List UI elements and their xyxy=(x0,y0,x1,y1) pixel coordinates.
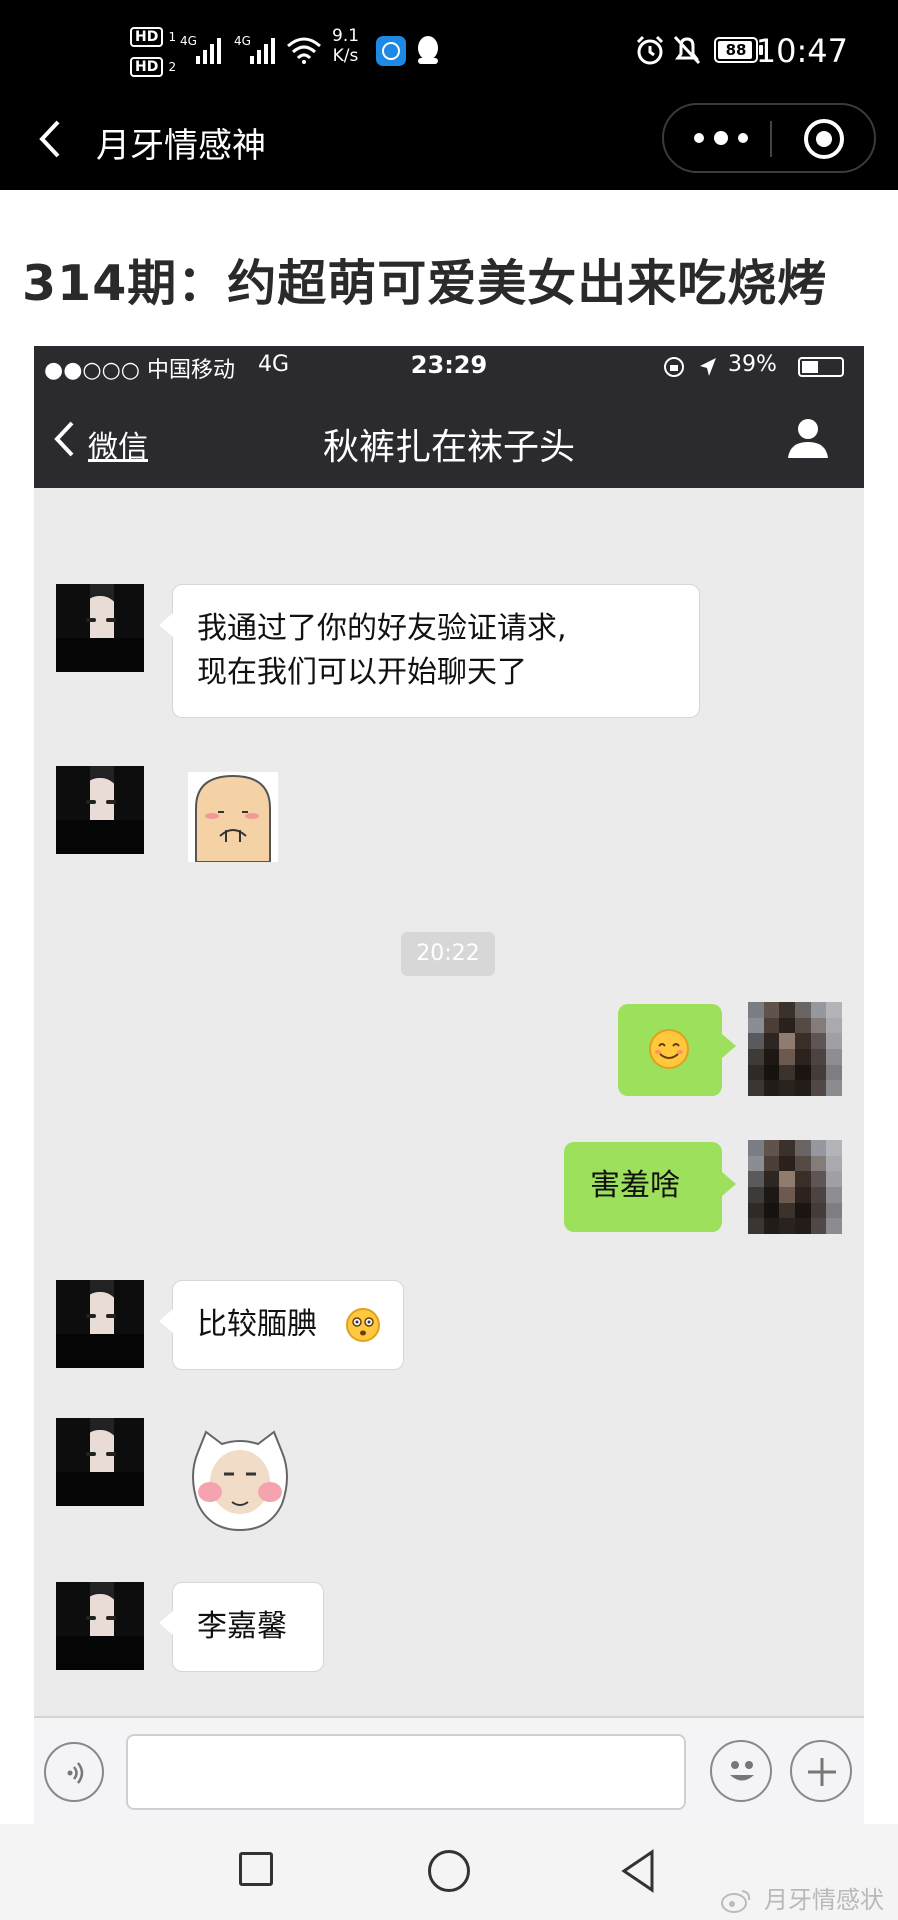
sim-1-label: 1 xyxy=(168,30,177,44)
article-title: 314期：约超萌可爱美女出来吃烧烤 xyxy=(22,255,828,312)
signal-icon-2 xyxy=(250,38,275,64)
network-type-1: 4G xyxy=(180,34,197,48)
battery-level: 88 xyxy=(725,41,747,59)
plus-icon xyxy=(808,1758,836,1786)
qq-icon xyxy=(418,36,438,64)
bald-face-sticker[interactable] xyxy=(188,772,278,862)
chat-title: 秋裤扎在袜子头 xyxy=(322,427,575,468)
back-triangle-icon[interactable] xyxy=(618,1848,658,1894)
recent-apps-icon[interactable] xyxy=(239,1852,273,1886)
message-text: 害羞啥 xyxy=(590,1168,680,1203)
contact-avatar[interactable] xyxy=(56,1582,144,1670)
contact-avatar[interactable] xyxy=(56,766,144,854)
message-bubble[interactable]: 李嘉馨 xyxy=(159,1582,324,1672)
clock: 10:47 xyxy=(755,32,848,70)
mini-program-capsule xyxy=(662,103,876,173)
capsule-divider xyxy=(770,121,772,157)
weibo-icon xyxy=(721,1890,751,1913)
screenshot-battery-icon xyxy=(798,357,844,377)
emoji-button[interactable] xyxy=(710,1740,772,1802)
contact-profile-icon[interactable] xyxy=(786,416,830,460)
more-options-icon[interactable] xyxy=(694,125,754,151)
contact-avatar[interactable] xyxy=(56,1418,144,1506)
message-bubble[interactable]: 比较腼腆 xyxy=(159,1280,404,1370)
message-bubble-outgoing[interactable] xyxy=(618,1004,736,1096)
message-bubble[interactable]: 我通过了你的好友验证请求, 现在我们可以开始聊天了 xyxy=(159,584,700,718)
smiley-icon xyxy=(730,1761,754,1781)
voice-input-button[interactable] xyxy=(44,1742,104,1802)
message-text: 我通过了你的好友验证请求, xyxy=(197,611,567,646)
hd-badge-1: HD xyxy=(130,27,164,47)
screenshot-battery-level: 39% xyxy=(728,352,777,377)
sim-2-label: 2 xyxy=(168,60,177,74)
contact-avatar[interactable] xyxy=(56,584,144,672)
app-notification-icon xyxy=(376,36,406,66)
rotation-lock-icon xyxy=(664,357,684,377)
home-icon[interactable] xyxy=(428,1850,470,1892)
signal-icon-1 xyxy=(196,38,221,64)
chat-screenshot: ●●○○○ 中国移动 4G 23:29 39% 微信 秋裤扎在袜子头 我通过了你… xyxy=(34,346,864,1824)
hd-indicator-2: HD 2 xyxy=(130,56,177,77)
alarm-icon xyxy=(636,35,664,65)
contact-avatar[interactable] xyxy=(56,1280,144,1368)
network-speed: 9.1 K/s xyxy=(332,26,359,66)
system-status-bar: HD 1 HD 2 4G 4G 9.1 K/s 88 10:47 月牙情感神 xyxy=(0,0,898,190)
speed-value: 9.1 xyxy=(332,26,360,46)
message-text: 现在我们可以开始聊天了 xyxy=(197,655,527,690)
timestamp-pill: 20:22 xyxy=(401,932,495,976)
battery-icon: 88 xyxy=(714,37,763,63)
network-type-2: 4G xyxy=(234,34,251,48)
chat-nav-bar: 微信 秋裤扎在袜子头 xyxy=(34,388,864,488)
speed-unit: K/s xyxy=(332,46,359,66)
message-bubble-outgoing[interactable]: 害羞啥 xyxy=(564,1142,736,1232)
surprised-emoji xyxy=(346,1308,380,1342)
page-title: 月牙情感神 xyxy=(96,126,266,166)
back-arrow-icon[interactable] xyxy=(34,118,64,160)
more-functions-button[interactable] xyxy=(790,1740,852,1802)
blushing-cat-sticker[interactable] xyxy=(184,1424,296,1536)
message-text: 李嘉馨 xyxy=(197,1609,287,1644)
bell-muted-icon xyxy=(673,35,701,65)
voice-icon xyxy=(67,1762,84,1784)
message-text: 比较腼腆 xyxy=(197,1307,317,1342)
hd-indicator: HD 1 xyxy=(130,26,177,47)
watermark-text: 月牙情感状 xyxy=(764,1886,884,1914)
hd-badge-2: HD xyxy=(130,57,164,77)
screenshot-status-bar: ●●○○○ 中国移动 4G 23:29 39% xyxy=(34,346,864,388)
chat-input-bar xyxy=(34,1716,864,1824)
smile-emoji xyxy=(649,1029,689,1069)
close-mini-program-icon[interactable] xyxy=(804,119,844,159)
message-input[interactable] xyxy=(126,1734,686,1810)
user-avatar-pixelated[interactable] xyxy=(748,1002,842,1096)
user-avatar-pixelated[interactable] xyxy=(748,1140,842,1234)
location-icon xyxy=(700,358,716,376)
watermark: 月牙情感状 xyxy=(720,1880,884,1915)
wifi-icon xyxy=(287,37,321,64)
